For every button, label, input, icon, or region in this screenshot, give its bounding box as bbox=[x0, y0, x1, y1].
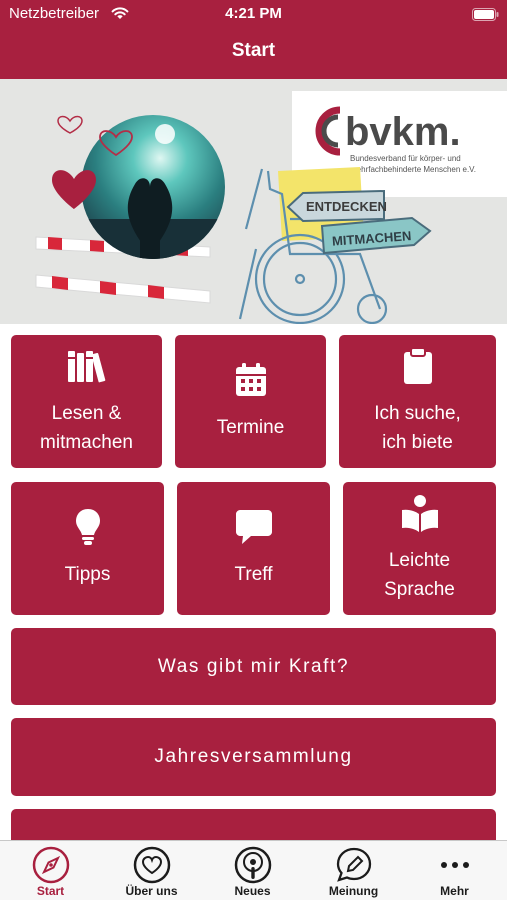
tile-label-line2: mitmachen bbox=[40, 432, 133, 453]
svg-text:bvkm.: bvkm. bbox=[345, 110, 461, 154]
tile-label-line1: Termine bbox=[216, 417, 285, 438]
svg-text:ENTDECKEN: ENTDECKEN bbox=[306, 199, 387, 214]
reader-icon bbox=[343, 494, 496, 534]
lightbulb-icon bbox=[11, 508, 164, 546]
tile-lesen-mitmachen[interactable]: Lesen & mitmachen bbox=[11, 335, 162, 468]
podcast-icon bbox=[202, 846, 303, 884]
clock: 4:21 PM bbox=[225, 5, 282, 22]
battery-icon bbox=[472, 8, 499, 21]
tab-label: Mehr bbox=[440, 884, 469, 898]
tab-label: Über uns bbox=[125, 884, 178, 898]
tile-ich-suche[interactable]: Ich suche, ich biete bbox=[339, 335, 496, 468]
compass-icon bbox=[0, 846, 101, 884]
tile-treff[interactable]: Treff bbox=[177, 482, 330, 615]
status-bar: Netzbetreiber 4:21 PM bbox=[0, 0, 507, 28]
tab-neues[interactable]: Neues bbox=[202, 841, 303, 900]
tile-label-line1: Leichte bbox=[388, 550, 451, 571]
clipboard-icon bbox=[339, 347, 496, 385]
page-title: Start bbox=[231, 40, 276, 61]
tab-label: Meinung bbox=[328, 884, 379, 898]
svg-text:mehrfachbehinderte Menschen e.: mehrfachbehinderte Menschen e.V. bbox=[350, 165, 476, 174]
tab-mehr[interactable]: Mehr bbox=[404, 841, 505, 900]
sign-entdecken: ENTDECKEN bbox=[286, 189, 387, 223]
calendar-icon bbox=[175, 362, 326, 398]
more-dots-icon bbox=[404, 846, 505, 884]
tab-label: Start bbox=[36, 884, 65, 898]
tab-meinung[interactable]: Meinung bbox=[303, 841, 404, 900]
button-label: Jahresversammlung bbox=[154, 746, 353, 767]
was-gibt-mir-kraft-button[interactable]: Was gibt mir Kraft? bbox=[11, 628, 496, 705]
tile-tipps[interactable]: Tipps bbox=[11, 482, 164, 615]
chat-bubble-icon bbox=[177, 509, 330, 545]
tile-label-line1: Treff bbox=[234, 564, 273, 585]
svg-text:Bundesverband für körper- und: Bundesverband für körper- und bbox=[350, 154, 461, 163]
tab-start[interactable]: Start bbox=[0, 841, 101, 900]
tile-label-line1: Ich suche, bbox=[374, 403, 461, 424]
tile-label-line2: Sprache bbox=[384, 579, 455, 600]
tile-label-line2: ich biete bbox=[382, 432, 453, 453]
top-bar: Netzbetreiber 4:21 PM Start bbox=[0, 0, 507, 79]
tab-bar: Start Über uns Neues Meinung Mehr bbox=[0, 840, 507, 900]
tile-termine[interactable]: Termine bbox=[175, 335, 326, 468]
pencil-chat-icon bbox=[303, 846, 404, 884]
hero-banner: bvkm. Bundesverband für körper- und mehr… bbox=[0, 79, 507, 324]
tile-label-line1: Tipps bbox=[64, 564, 111, 585]
jahresversammlung-button[interactable]: Jahresversammlung bbox=[11, 718, 496, 796]
heart-outline-small bbox=[57, 115, 83, 134]
tile-label-line1: Lesen & bbox=[51, 403, 122, 424]
button-label: Was gibt mir Kraft? bbox=[157, 656, 350, 677]
tab-ueber-uns[interactable]: Über uns bbox=[101, 841, 202, 900]
books-icon bbox=[11, 348, 162, 384]
heart-icon bbox=[101, 846, 202, 884]
tile-leichte-sprache[interactable]: Leichte Sprache bbox=[343, 482, 496, 615]
tab-label: Neues bbox=[234, 884, 271, 898]
